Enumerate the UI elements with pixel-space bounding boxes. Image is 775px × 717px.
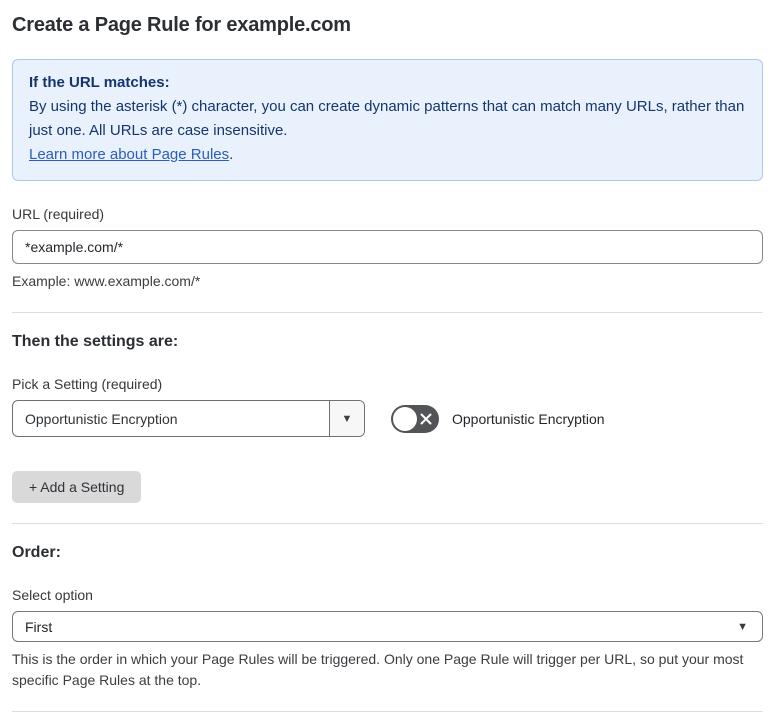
opportunistic-encryption-toggle[interactable] bbox=[391, 404, 439, 433]
learn-more-link[interactable]: Learn more about Page Rules bbox=[29, 146, 229, 163]
toggle-label: Opportunistic Encryption bbox=[452, 410, 605, 427]
setting-dropdown-value: Opportunistic Encryption bbox=[25, 410, 178, 427]
pick-setting-label: Pick a Setting (required) bbox=[12, 376, 163, 392]
toggle-knob bbox=[393, 406, 417, 431]
url-match-info-box: If the URL matches: By using the asteris… bbox=[12, 59, 763, 181]
setting-row: Opportunistic Encryption ▼ Opportunistic… bbox=[12, 400, 763, 437]
order-helper-text: This is the order in which your Page Rul… bbox=[12, 651, 744, 688]
toggle-x-icon bbox=[420, 413, 432, 424]
divider bbox=[12, 711, 763, 712]
dropdown-caret-icon[interactable]: ▼ bbox=[329, 401, 364, 436]
page-title: Create a Page Rule for example.com bbox=[12, 14, 351, 36]
add-setting-button[interactable]: + Add a Setting bbox=[12, 471, 142, 503]
select-caret-icon: ▼ bbox=[737, 620, 748, 633]
url-field-label: URL (required) bbox=[12, 206, 105, 222]
order-select-value: First bbox=[25, 618, 53, 635]
create-page-rule-panel: Create a Page Rule for example.com If th… bbox=[0, 0, 775, 717]
info-box-body: By using the asterisk (*) character, you… bbox=[29, 98, 745, 139]
url-input[interactable] bbox=[12, 230, 763, 264]
divider bbox=[12, 523, 763, 524]
setting-dropdown[interactable]: Opportunistic Encryption ▼ bbox=[12, 400, 365, 437]
info-box-heading: If the URL matches: bbox=[29, 74, 170, 91]
divider bbox=[12, 312, 763, 313]
info-box-link-line: Learn more about Page Rules. bbox=[29, 143, 746, 167]
order-select-label: Select option bbox=[12, 587, 93, 603]
link-suffix: . bbox=[229, 146, 234, 163]
order-section-heading: Order: bbox=[12, 544, 61, 561]
settings-section-heading: Then the settings are: bbox=[12, 333, 179, 350]
order-select[interactable]: First ▼ bbox=[12, 611, 763, 642]
url-example-helper: Example: www.example.com/* bbox=[12, 273, 201, 289]
